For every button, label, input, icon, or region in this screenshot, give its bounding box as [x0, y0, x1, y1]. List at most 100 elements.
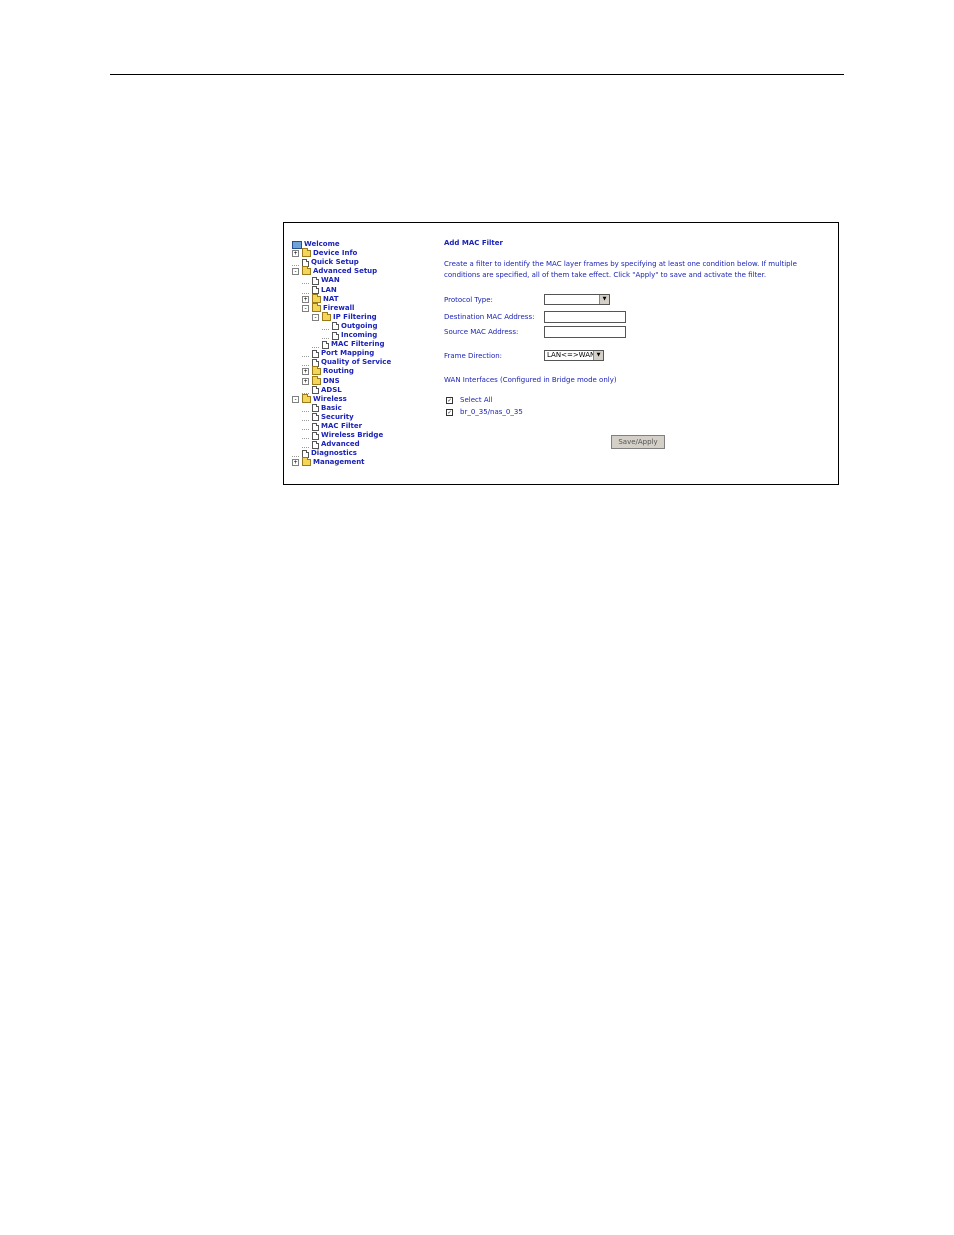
- source-mac-input[interactable]: [544, 326, 626, 338]
- protocol-type-label: Protocol Type:: [444, 296, 493, 304]
- tree-connector: [302, 277, 309, 285]
- chevron-down-icon[interactable]: ▼: [599, 295, 609, 304]
- nav-item-label[interactable]: Welcome: [304, 240, 340, 249]
- nav-item-wan[interactable]: WAN: [302, 276, 340, 285]
- nav-item-routing[interactable]: + Routing: [302, 366, 354, 376]
- nav-item-label[interactable]: Quality of Service: [321, 358, 391, 367]
- tree-connector: [302, 287, 309, 294]
- page-icon: [332, 331, 339, 340]
- frame-direction-value: LAN<=>WAN: [547, 351, 596, 359]
- nav-item-label[interactable]: Incoming: [341, 331, 377, 340]
- nav-item-device-info[interactable]: + Device Info: [292, 248, 357, 258]
- destination-mac-input[interactable]: [544, 311, 626, 323]
- page-icon: [322, 340, 329, 349]
- nav-item-security[interactable]: Security: [302, 413, 354, 422]
- page-icon: [312, 386, 319, 395]
- tree-connector: [302, 359, 309, 367]
- nav-item-outgoing[interactable]: Outgoing: [322, 322, 378, 331]
- page-icon: [312, 413, 319, 422]
- nav-item-firewall[interactable]: - Firewall: [302, 302, 354, 313]
- page-icon: [312, 276, 319, 285]
- expand-icon[interactable]: +: [302, 295, 309, 303]
- tree-connector: [302, 414, 309, 421]
- nav-item-label[interactable]: WAN: [321, 276, 340, 285]
- nav-item-mac-filtering[interactable]: MAC Filtering: [312, 340, 384, 349]
- nav-item-label[interactable]: MAC Filtering: [331, 340, 384, 349]
- nav-item-label[interactable]: Diagnostics: [311, 449, 357, 458]
- chevron-down-icon[interactable]: ▼: [593, 351, 603, 360]
- folder-open-icon: [302, 266, 311, 276]
- expand-icon[interactable]: +: [302, 377, 309, 385]
- page-top-rule: [110, 74, 844, 75]
- save-apply-button[interactable]: Save/Apply: [611, 435, 665, 449]
- tree-connector: [302, 350, 309, 358]
- nav-item-label[interactable]: Wireless: [313, 395, 347, 404]
- interface-checkbox[interactable]: ✓: [446, 408, 453, 416]
- nav-item-dns[interactable]: + DNS: [302, 375, 340, 386]
- tree-connector: [302, 405, 309, 412]
- interface-label: br_0_35/nas_0_35: [460, 408, 523, 416]
- nav-item-label[interactable]: Management: [313, 458, 365, 467]
- nav-item-label[interactable]: Quick Setup: [311, 258, 359, 267]
- protocol-type-select[interactable]: ▼: [544, 294, 610, 305]
- collapse-icon[interactable]: -: [292, 395, 299, 403]
- nav-item-label[interactable]: Port Mapping: [321, 349, 374, 358]
- nav-item-advanced-setup[interactable]: - Advanced Setup: [292, 266, 377, 276]
- expand-icon[interactable]: +: [292, 459, 299, 467]
- nav-item-management[interactable]: + Management: [292, 457, 365, 467]
- nav-item-label[interactable]: MAC Filter: [321, 422, 362, 431]
- nav-item-label[interactable]: LAN: [321, 286, 337, 295]
- frame-direction-label: Frame Direction:: [444, 352, 503, 360]
- folder-open-icon: [302, 393, 311, 403]
- page-icon: [312, 349, 319, 358]
- tree-connector: [312, 341, 319, 349]
- nav-item-label[interactable]: Wireless Bridge: [321, 431, 383, 440]
- interface-row: ✓ br_0_35/nas_0_35: [446, 408, 523, 416]
- select-all-checkbox[interactable]: ✓: [446, 396, 453, 404]
- select-all-row: ✓ Select All: [446, 396, 493, 404]
- nav-item-label[interactable]: DNS: [323, 377, 340, 386]
- collapse-icon[interactable]: -: [292, 268, 299, 276]
- nav-item-incoming[interactable]: Incoming: [322, 331, 377, 340]
- nav-item-label[interactable]: Routing: [323, 367, 354, 376]
- nav-item-label[interactable]: ADSL: [321, 386, 342, 395]
- tree-connector: [292, 450, 299, 458]
- nav-item-label[interactable]: Security: [321, 413, 354, 422]
- nav-item-advanced[interactable]: Advanced: [302, 440, 360, 449]
- nav-item-welcome[interactable]: Welcome: [292, 240, 340, 249]
- page-icon: [312, 404, 319, 413]
- folder-open-icon: [312, 302, 321, 312]
- nav-item-label[interactable]: Basic: [321, 404, 342, 413]
- source-mac-label: Source MAC Address:: [444, 328, 519, 336]
- expand-icon[interactable]: +: [302, 368, 309, 376]
- tree-connector: [302, 387, 309, 394]
- nav-item-basic[interactable]: Basic: [302, 404, 342, 413]
- expand-icon[interactable]: +: [292, 250, 299, 258]
- form-description: Create a filter to identify the MAC laye…: [444, 260, 797, 279]
- wan-interfaces-label: WAN Interfaces (Configured in Bridge mod…: [444, 376, 617, 384]
- nav-item-label[interactable]: NAT: [323, 295, 339, 304]
- folder-icon: [302, 457, 311, 467]
- nav-item-ip-filtering[interactable]: - IP Filtering: [312, 311, 377, 322]
- nav-item-port-mapping[interactable]: Port Mapping: [302, 349, 374, 358]
- page-icon: [332, 322, 339, 331]
- nav-item-label[interactable]: Advanced: [321, 440, 360, 449]
- tree-connector: [302, 423, 309, 430]
- tree-connector: [322, 332, 329, 339]
- nav-item-lan[interactable]: LAN: [302, 286, 337, 295]
- nav-item-wireless-bridge[interactable]: Wireless Bridge: [302, 431, 383, 440]
- folder-icon: [302, 248, 311, 258]
- nav-item-label[interactable]: IP Filtering: [333, 313, 377, 322]
- folder-icon: [312, 375, 321, 385]
- collapse-icon[interactable]: -: [312, 313, 319, 321]
- nav-item-nat[interactable]: + NAT: [302, 293, 339, 304]
- frame-direction-select[interactable]: LAN<=>WAN ▼: [544, 350, 604, 361]
- nav-item-label[interactable]: Advanced Setup: [313, 267, 377, 276]
- tree-connector: [302, 441, 309, 449]
- nav-item-label[interactable]: Device Info: [313, 249, 357, 258]
- nav-item-label[interactable]: Outgoing: [341, 322, 378, 331]
- nav-item-wireless[interactable]: - Wireless: [292, 393, 347, 404]
- nav-item-mac-filter[interactable]: MAC Filter: [302, 422, 362, 431]
- collapse-icon[interactable]: -: [302, 304, 309, 312]
- page-icon: [312, 422, 319, 431]
